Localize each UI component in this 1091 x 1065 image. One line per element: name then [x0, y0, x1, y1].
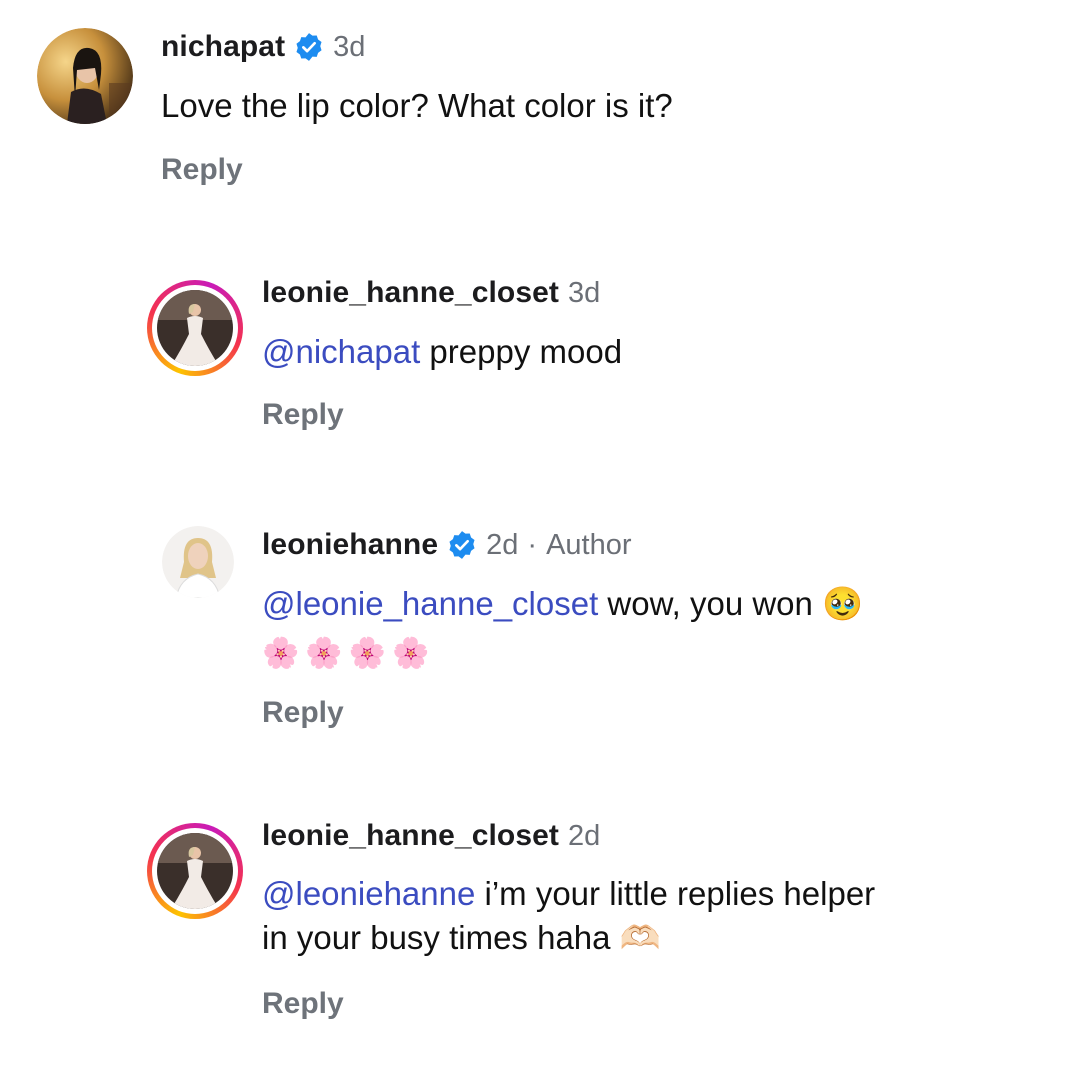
- comment-timestamp: 3d: [333, 30, 366, 63]
- avatar[interactable]: [147, 280, 243, 376]
- verified-badge-icon: [449, 531, 475, 559]
- story-ring-profile-photo-icon: [157, 290, 233, 366]
- avatar[interactable]: [162, 526, 234, 598]
- mention-link[interactable]: @nichapat: [262, 333, 420, 370]
- story-ring-profile-photo-icon: [157, 833, 233, 909]
- reply-button[interactable]: Reply: [262, 987, 344, 1021]
- comment-header: leonie_hanne_closet 2d: [262, 819, 600, 853]
- mention-link[interactable]: @leoniehanne: [262, 875, 475, 912]
- comment-text-line2: in your busy times haha 🫶🏻: [262, 919, 661, 956]
- comment-text-body: i’m your little replies helper: [475, 875, 876, 912]
- comment-timestamp: 2d: [486, 528, 519, 561]
- comment-text-body: Love the lip color? What color is it?: [161, 87, 673, 124]
- username[interactable]: leonie_hanne_closet: [262, 276, 559, 310]
- reply-button[interactable]: Reply: [161, 153, 243, 187]
- avatar[interactable]: [37, 28, 133, 124]
- comment-text: @leoniehanne i’m your little replies hel…: [262, 872, 875, 960]
- comment-text: @leonie_hanne_closet wow, you won 🥹 🌸🌸🌸🌸: [262, 582, 863, 676]
- comment-text-body: preppy mood: [420, 333, 623, 370]
- mention-link[interactable]: @leonie_hanne_closet: [262, 585, 598, 622]
- comment-text: @nichapat preppy mood: [262, 330, 622, 374]
- username[interactable]: leoniehanne: [262, 528, 438, 562]
- comment-timestamp: 3d: [568, 276, 601, 309]
- comment-timestamp: 2d: [568, 819, 601, 852]
- comment-header: nichapat 3d: [161, 30, 365, 64]
- author-badge: Author: [546, 528, 632, 561]
- meta-separator: ·: [527, 528, 538, 561]
- profile-photo-icon: [162, 526, 234, 598]
- reply-button[interactable]: Reply: [262, 696, 344, 730]
- comment-text-body: wow, you won 🥹: [598, 585, 864, 622]
- comment-header: leoniehanne 2d · Author: [262, 528, 632, 562]
- username[interactable]: nichapat: [161, 30, 285, 64]
- comment-text: Love the lip color? What color is it?: [161, 84, 673, 128]
- reply-button[interactable]: Reply: [262, 398, 344, 432]
- username[interactable]: leonie_hanne_closet: [262, 819, 559, 853]
- profile-photo-icon: [37, 28, 133, 124]
- avatar[interactable]: [147, 823, 243, 919]
- emoji-line: 🌸🌸🌸🌸: [262, 637, 436, 670]
- verified-badge-icon: [296, 33, 322, 61]
- comment-header: leonie_hanne_closet 3d: [262, 276, 600, 310]
